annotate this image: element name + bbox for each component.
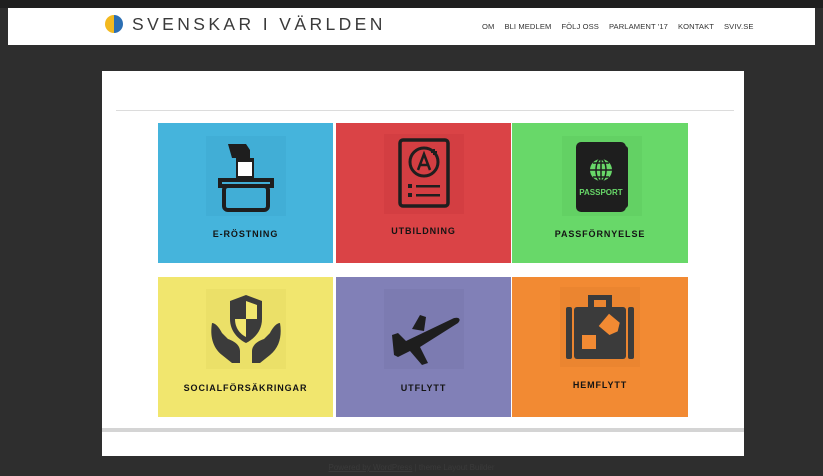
tile-utbildning[interactable]: UTBILDNING (336, 123, 511, 263)
shield-hands-icon (206, 289, 286, 369)
tile-utflytt[interactable]: UTFLYTT (336, 277, 511, 417)
tile-label: PASSFÖRNYELSE (554, 229, 646, 239)
tile-label: UTBILDNING (391, 226, 456, 236)
grade-paper-icon (384, 134, 464, 214)
airplane-icon (384, 289, 464, 369)
top-border (0, 0, 823, 8)
tile-label: SOCIALFÖRSÄKRINGAR (183, 383, 308, 393)
content-card: E-RÖSTNING UTBILDNING PASSPORT PASSFÖRNY… (102, 71, 744, 456)
tile-hemflytt[interactable]: HEMFLYTT (512, 277, 688, 417)
tile-socialforsakringar[interactable]: SOCIALFÖRSÄKRINGAR (158, 277, 333, 417)
site-title: SVENSKAR I VÄRLDEN (132, 13, 386, 34)
nav-item-parlament[interactable]: PARLAMENT '17 (609, 22, 668, 31)
tile-label: HEMFLYTT (572, 380, 628, 390)
passport-icon: PASSPORT (562, 136, 642, 216)
site-header: SVENSKAR I VÄRLDEN OM BLI MEDLEM FÖLJ OS… (8, 8, 815, 45)
main-nav: OM BLI MEDLEM FÖLJ OSS PARLAMENT '17 KON… (482, 22, 754, 31)
wordpress-link[interactable]: Powered by WordPress (328, 463, 412, 472)
ballot-box-icon (206, 136, 286, 216)
nav-item-kontakt[interactable]: KONTAKT (678, 22, 714, 31)
tile-label: E-RÖSTNING (212, 229, 279, 239)
nav-item-om[interactable]: OM (482, 22, 494, 31)
divider (116, 110, 734, 111)
tile-label: UTFLYTT (400, 383, 447, 393)
logo-icon (105, 15, 123, 33)
theme-name: Layout Builder (443, 463, 495, 472)
site-footer: Powered by WordPress | theme Layout Buil… (0, 463, 823, 472)
suitcase-icon (560, 287, 640, 367)
site-logo[interactable]: SVENSKAR I VÄRLDEN (103, 13, 386, 35)
tile-e-rostning[interactable]: E-RÖSTNING (158, 123, 333, 263)
nav-item-bli-medlem[interactable]: BLI MEDLEM (504, 22, 551, 31)
bottom-divider (102, 428, 744, 432)
nav-item-folj-oss[interactable]: FÖLJ OSS (561, 22, 599, 31)
footer-separator: | theme (412, 463, 444, 472)
nav-item-sviv[interactable]: SVIV.SE (724, 22, 754, 31)
passport-text: PASSPORT (579, 188, 623, 197)
tile-passfornyelse[interactable]: PASSPORT PASSFÖRNYELSE (512, 123, 688, 263)
